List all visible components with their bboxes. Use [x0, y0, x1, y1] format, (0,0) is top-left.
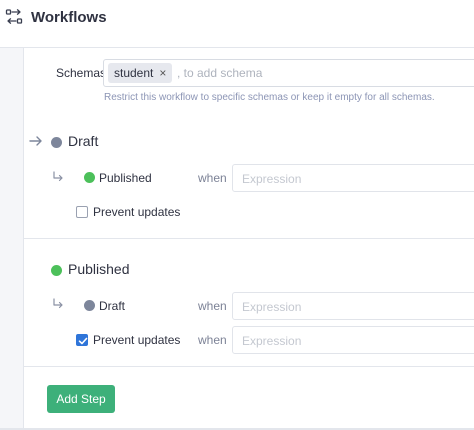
- schemas-label: Schemas: [56, 66, 107, 80]
- step-color-dot[interactable]: [51, 137, 62, 148]
- schemas-hint: Restrict this workflow to specific schem…: [104, 92, 435, 103]
- schemas-input[interactable]: student × , to add schema: [103, 59, 474, 87]
- app-header: Workflows: [0, 0, 474, 48]
- step-name-draft[interactable]: Draft: [68, 133, 98, 149]
- schemas-placeholder: , to add schema: [177, 66, 263, 80]
- schema-tag-student: student ×: [108, 63, 173, 83]
- transition-target-dot: [84, 300, 95, 311]
- prevent-updates-label: Prevent updates: [93, 333, 181, 347]
- transition-target-dot: [84, 172, 95, 183]
- page-title: Workflows: [31, 9, 107, 26]
- schema-tag-label: student: [114, 66, 154, 80]
- prevent-updates-checkbox[interactable]: [76, 206, 88, 218]
- step-divider: [24, 238, 474, 239]
- step-name-published[interactable]: Published: [68, 261, 130, 277]
- transition-arrow-icon: [53, 171, 63, 182]
- transition-target-draft[interactable]: Draft: [99, 299, 125, 313]
- transition-target-published[interactable]: Published: [99, 171, 152, 185]
- when-label: when: [198, 171, 227, 185]
- prevent-updates-expression-input[interactable]: Expression: [232, 326, 474, 354]
- workflow-arrows-icon: [5, 9, 23, 24]
- prevent-updates-checkbox[interactable]: [76, 334, 88, 346]
- workflow-card: [23, 48, 474, 430]
- add-step-button[interactable]: Add Step: [47, 385, 115, 413]
- content-panel: [0, 48, 474, 430]
- remove-tag-icon[interactable]: ×: [159, 63, 166, 83]
- checkmark-icon: [78, 337, 88, 345]
- step-divider: [24, 366, 474, 367]
- transition-arrow-icon: [53, 298, 63, 309]
- prevent-updates-label: Prevent updates: [93, 205, 181, 219]
- when-label: when: [198, 299, 227, 313]
- initial-step-arrow-icon: [29, 136, 42, 146]
- expression-input[interactable]: Expression: [232, 164, 474, 192]
- step-color-dot[interactable]: [51, 265, 62, 276]
- when-label: when: [198, 333, 227, 347]
- expression-input[interactable]: Expression: [232, 292, 474, 320]
